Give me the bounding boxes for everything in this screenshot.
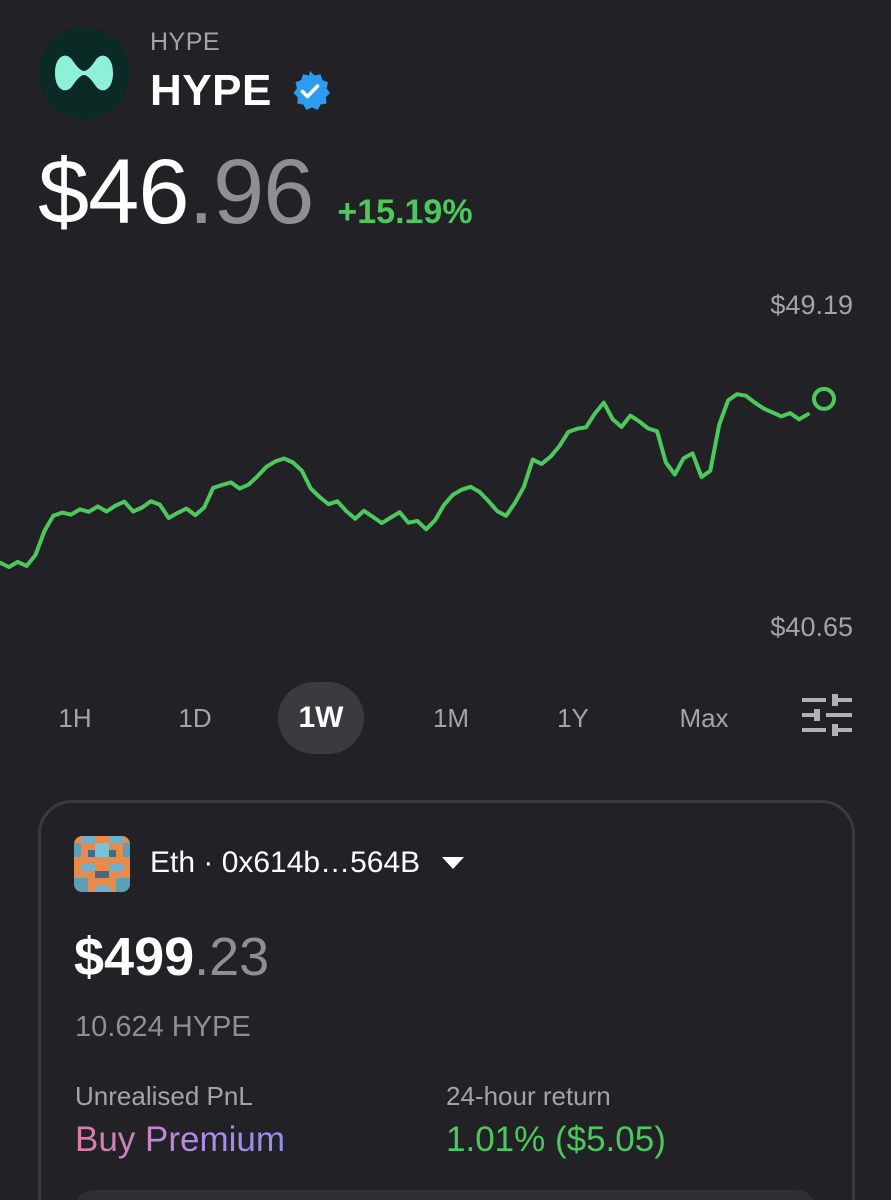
token-holding: 10.624 HYPE — [75, 1011, 251, 1043]
balance-decimal: .23 — [194, 927, 270, 987]
tab-1m[interactable]: 1M — [416, 682, 486, 754]
price-chart-svg[interactable] — [0, 280, 891, 650]
buy-premium-link[interactable]: Buy Premium — [75, 1120, 285, 1160]
tab-1y[interactable]: 1Y — [538, 682, 608, 754]
return-value: 1.01% ($5.05) — [446, 1120, 666, 1159]
tab-1d[interactable]: 1D — [160, 682, 230, 754]
price-whole: $46 — [38, 141, 189, 243]
price-change-badge: +15.19% — [337, 193, 473, 231]
next-card-edge — [75, 1190, 815, 1200]
price-line — [0, 392, 810, 569]
current-price-marker — [812, 386, 836, 411]
tab-1h[interactable]: 1H — [40, 682, 110, 754]
price-decimal: .96 — [188, 141, 315, 243]
chart-settings-icon[interactable] — [802, 694, 852, 736]
chart-min-label: $40.65 — [770, 612, 853, 642]
hype-logo-icon — [55, 55, 113, 91]
current-price: $46 .96 +15.19% — [38, 140, 473, 245]
price-chart[interactable]: $49.19 $40.65 — [0, 280, 891, 650]
token-detail-screen: HYPE HYPE $46 .96 +15.19% $49.19 $40.65 … — [0, 0, 891, 1200]
balance-whole: $499 — [74, 927, 195, 987]
asset-name: HYPE — [150, 66, 272, 115]
wallet-balance: $499 .23 — [74, 926, 269, 988]
wallet-avatar[interactable] — [74, 836, 130, 892]
tab-1w[interactable]: 1W — [278, 682, 364, 754]
hype-logo — [38, 27, 130, 119]
time-range-tabs: 1H 1D 1W 1M 1Y Max — [20, 682, 860, 754]
chart-max-label: $49.19 — [770, 290, 853, 320]
return-label: 24-hour return — [446, 1081, 611, 1111]
ticker-symbol: HYPE — [150, 28, 221, 56]
chevron-down-icon — [442, 857, 465, 869]
wallet-address: Eth · 0x614b…564B — [150, 846, 421, 879]
pnl-label: Unrealised PnL — [75, 1081, 253, 1111]
asset-name-row: HYPE — [150, 66, 332, 116]
tab-max[interactable]: Max — [664, 682, 744, 754]
verified-badge-icon — [293, 71, 330, 110]
wallet-selector[interactable]: Eth · 0x614b…564B — [150, 846, 465, 880]
